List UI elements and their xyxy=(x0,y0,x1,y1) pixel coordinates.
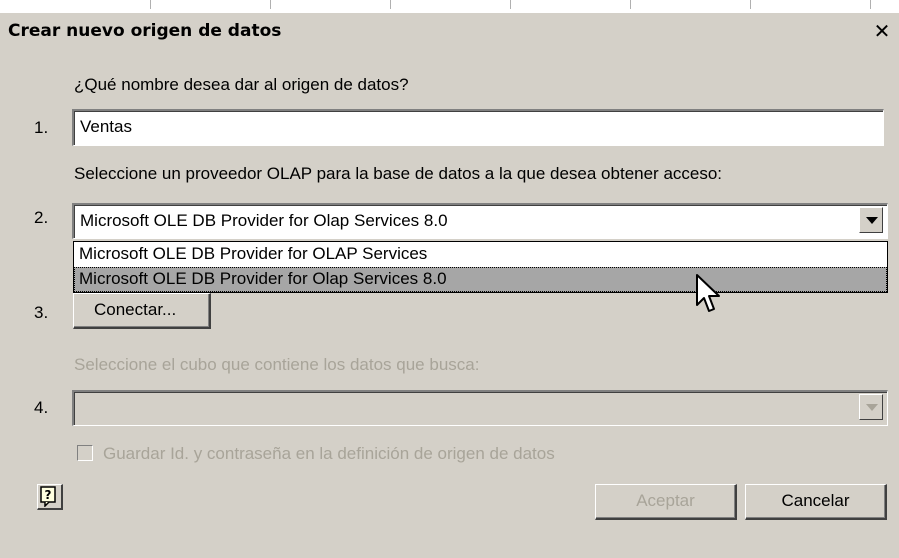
cube-question-label: Seleccione el cubo que contiene los dato… xyxy=(74,355,480,374)
provider-select[interactable]: Microsoft OLE DB Provider for Olap Servi… xyxy=(72,203,888,239)
provider-option-highlighted[interactable]: Microsoft OLE DB Provider for Olap Servi… xyxy=(74,267,887,292)
question-mark-icon: ? xyxy=(40,486,56,508)
svg-text:?: ? xyxy=(45,488,52,502)
name-question-label: ¿Qué nombre desea dar al origen de datos… xyxy=(74,75,409,94)
provider-question-label: Seleccione un proveedor OLAP para la bas… xyxy=(74,164,723,183)
step-1-number: 1. xyxy=(34,118,49,137)
chevron-down-icon[interactable] xyxy=(859,207,883,233)
chevron-down-icon[interactable] xyxy=(859,394,883,420)
step-4-number: 4. xyxy=(34,398,49,417)
mouse-cursor-icon xyxy=(696,274,720,312)
provider-selected-value: Microsoft OLE DB Provider for Olap Servi… xyxy=(80,211,448,230)
save-credentials-label: Guardar Id. y contraseña en la definició… xyxy=(103,444,555,463)
cube-select[interactable] xyxy=(72,390,888,426)
step-2-number: 2. xyxy=(34,208,49,227)
ok-button[interactable]: Aceptar xyxy=(595,484,737,520)
connect-button[interactable]: Conectar... xyxy=(73,293,211,329)
provider-dropdown-list: Microsoft OLE DB Provider for OLAP Servi… xyxy=(73,241,888,293)
dialog-titlebar: Crear nuevo origen de datos ✕ xyxy=(0,13,899,49)
step-3-number: 3. xyxy=(34,303,49,322)
dialog-title: Crear nuevo origen de datos xyxy=(8,21,282,41)
cancel-button[interactable]: Cancelar xyxy=(745,484,887,520)
help-button[interactable]: ? xyxy=(37,484,63,510)
datasource-name-value: Ventas xyxy=(80,117,132,136)
background-grid-strip xyxy=(0,0,899,13)
datasource-name-input[interactable]: Ventas xyxy=(72,109,884,146)
provider-option[interactable]: Microsoft OLE DB Provider for OLAP Servi… xyxy=(74,242,887,267)
close-icon[interactable]: ✕ xyxy=(870,20,894,44)
save-credentials-checkbox[interactable] xyxy=(77,445,93,461)
